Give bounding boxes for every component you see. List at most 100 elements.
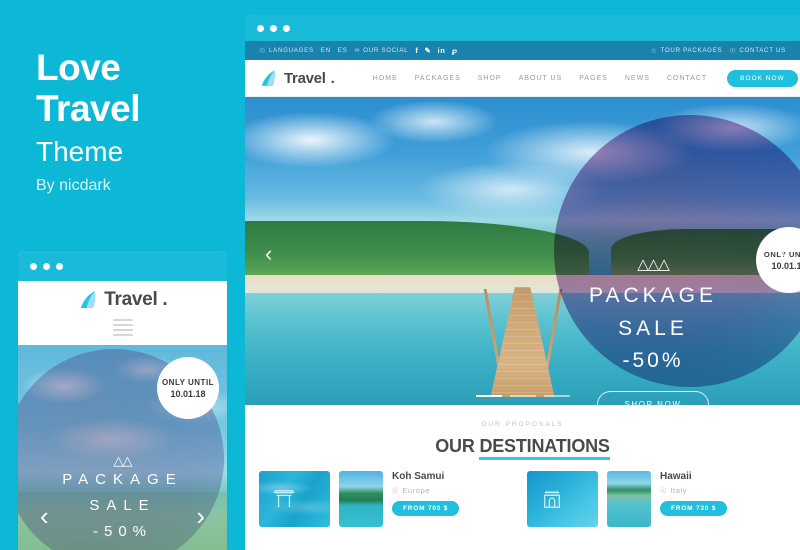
destination-card-info-1[interactable]: Koh Samui ☉ Europe FROM 700 $ <box>339 471 518 527</box>
promo-title-line1: Love <box>36 47 121 88</box>
window-dot-maximize[interactable] <box>56 263 63 270</box>
tour-packages-label: TOUR PACKAGES <box>660 47 723 54</box>
nav-item-contact[interactable]: CONTACT <box>667 75 707 82</box>
mobile-slide-line1: PACKAGE <box>62 471 183 488</box>
hero-line2: SALE <box>618 316 688 340</box>
mobile-header: Travel . <box>18 281 227 345</box>
sail-boat-icon <box>80 291 95 308</box>
book-now-button[interactable]: BOOK NOW <box>727 69 798 87</box>
destination-card-info-2[interactable]: Hawaii ☉ Italy FROM 730 $ <box>607 471 786 527</box>
utility-right-group: ☆ TOUR PACKAGES ☉ CONTACT US <box>651 47 786 55</box>
promo-title-line2: Travel <box>36 88 140 129</box>
torii-gate-icon <box>273 490 295 508</box>
nav-item-pages[interactable]: PAGES <box>579 75 608 82</box>
hero-slider: ONLY UNTIL 10.01.18 △△△ PACKAGE SALE -50… <box>245 97 800 405</box>
destination-location-label: Italy <box>670 486 688 495</box>
contact-us-item[interactable]: ☉ CONTACT US <box>729 47 786 55</box>
sail-boat-icon <box>261 69 275 86</box>
nav-item-about-us[interactable]: ABOUT US <box>519 75 563 82</box>
destinations-section: OUR PROPOSALS OUR DESTINATIONS Koh Samui… <box>245 405 800 527</box>
nav-item-news[interactable]: NEWS <box>625 75 650 82</box>
slider-page-1[interactable] <box>475 395 502 397</box>
hamburger-icon[interactable] <box>112 319 133 339</box>
hero-copy: △△△ PACKAGE SALE -50% SHOP NOW <box>548 257 758 405</box>
destination-thumb-hawaii <box>607 471 651 527</box>
window-dot-close[interactable] <box>257 25 264 32</box>
destination-name: Koh Samui <box>392 471 445 482</box>
hero-line1: PACKAGE <box>589 284 717 307</box>
star-icon: ☆ <box>650 47 658 55</box>
nav-item-home[interactable]: HOME <box>373 75 398 82</box>
window-dot-minimize[interactable] <box>270 25 277 32</box>
our-social-item[interactable]: ∞ OUR SOCIAL <box>354 47 408 54</box>
destination-price-badge[interactable]: FROM 730 $ <box>660 501 728 516</box>
logo-word: Travel <box>284 69 326 87</box>
phone-icon: ☉ <box>729 47 737 55</box>
destination-thumb-koh-samui <box>339 471 383 527</box>
globe-icon: ☉ <box>259 47 266 55</box>
destination-details-koh-samui: Koh Samui ☉ Europe FROM 700 $ <box>390 471 518 527</box>
promo-panel: Love Travel Theme By nicdark Travel . ON… <box>0 0 245 550</box>
nav-item-shop[interactable]: SHOP <box>478 75 502 82</box>
lang-es[interactable]: ES <box>338 47 348 54</box>
browser-window-dots <box>257 25 290 32</box>
social-links: f ✎ in ℘ <box>415 46 457 55</box>
shop-now-button[interactable]: SHOP NOW <box>597 390 709 405</box>
slider-page-3[interactable] <box>543 395 570 397</box>
tour-packages-item[interactable]: ☆ TOUR PACKAGES <box>651 47 723 55</box>
our-social-label: OUR SOCIAL <box>363 47 409 54</box>
destination-location-label: Europe <box>402 486 431 495</box>
site-logo[interactable]: Travel . <box>259 69 335 88</box>
hero-line3: -50% <box>622 349 684 373</box>
wave-divider-icon: △△ <box>113 453 133 468</box>
languages-label: LANGUAGES <box>268 47 314 54</box>
facebook-icon[interactable]: f <box>415 46 418 55</box>
page-title: OUR DESTINATIONS <box>245 436 800 460</box>
chevron-left-icon[interactable]: ‹ <box>40 503 49 529</box>
destination-location: ☉ Italy <box>660 486 786 495</box>
monument-icon <box>544 490 560 508</box>
nav-links: HOME PACKAGES SHOP ABOUT US PAGES NEWS C… <box>373 75 707 82</box>
window-dot-maximize[interactable] <box>283 25 290 32</box>
destination-name: Hawaii <box>660 471 692 482</box>
languages-item[interactable]: ☉ LANGUAGES <box>259 47 314 55</box>
map-pin-icon: ☉ <box>660 486 668 495</box>
destination-cards: Koh Samui ☉ Europe FROM 700 $ Hawaii ☉ I… <box>245 457 800 527</box>
section-title-plain: OUR <box>435 436 480 456</box>
mobile-badge-line2: 10.01.18 <box>170 388 206 399</box>
destination-card-image-1[interactable] <box>259 471 330 527</box>
screenshot-stage: Love Travel Theme By nicdark Travel . ON… <box>0 0 800 550</box>
mobile-promo-badge: ONLY UNTIL 10.01.18 <box>157 357 219 419</box>
mobile-hero-slider: ONLY UNTIL 10.01.18 △△ PACKAGE SALE -50%… <box>18 345 227 550</box>
mobile-badge-line1: ONLY UNTIL <box>161 377 215 387</box>
lang-en[interactable]: EN <box>321 47 331 54</box>
slider-pagination <box>475 395 570 397</box>
nav-item-packages[interactable]: PACKAGES <box>415 75 461 82</box>
logo-dot: . <box>330 69 335 87</box>
wave-divider-icon: △△△ <box>637 256 670 273</box>
section-eyebrow: OUR PROPOSALS <box>481 421 564 428</box>
chevron-right-icon[interactable]: › <box>778 243 785 265</box>
share-icon: ∞ <box>354 47 361 54</box>
pinterest-icon[interactable]: ℘ <box>452 46 458 55</box>
twitter-icon[interactable]: ✎ <box>425 46 432 55</box>
linkedin-icon[interactable]: in <box>438 46 446 55</box>
chevron-left-icon[interactable]: ‹ <box>265 243 272 265</box>
mobile-mockup: Travel . ONLY UNTIL 10.01.18 △△ PACKAGE <box>18 251 227 550</box>
contact-us-label: CONTACT US <box>739 47 786 54</box>
promo-author: By nicdark <box>36 177 111 194</box>
mobile-window-dots <box>30 263 63 270</box>
chevron-right-icon[interactable]: › <box>196 503 205 529</box>
destination-price-badge[interactable]: FROM 700 $ <box>392 501 460 516</box>
window-dot-close[interactable] <box>30 263 37 270</box>
promo-subtitle: Theme <box>36 136 124 167</box>
utility-topbar: ☉ LANGUAGES EN ES ∞ OUR SOCIAL f ✎ in ℘ <box>245 41 800 60</box>
badge-line2: 10.01.18 <box>771 260 800 271</box>
slider-page-2[interactable] <box>509 395 536 397</box>
mobile-logo[interactable]: Travel . <box>77 289 168 311</box>
window-dot-minimize[interactable] <box>43 263 50 270</box>
map-pin-icon: ☉ <box>392 486 400 495</box>
destination-card-image-2[interactable] <box>527 471 598 527</box>
browser-title-bar <box>245 15 800 41</box>
destination-details-hawaii: Hawaii ☉ Italy FROM 730 $ <box>658 471 786 527</box>
